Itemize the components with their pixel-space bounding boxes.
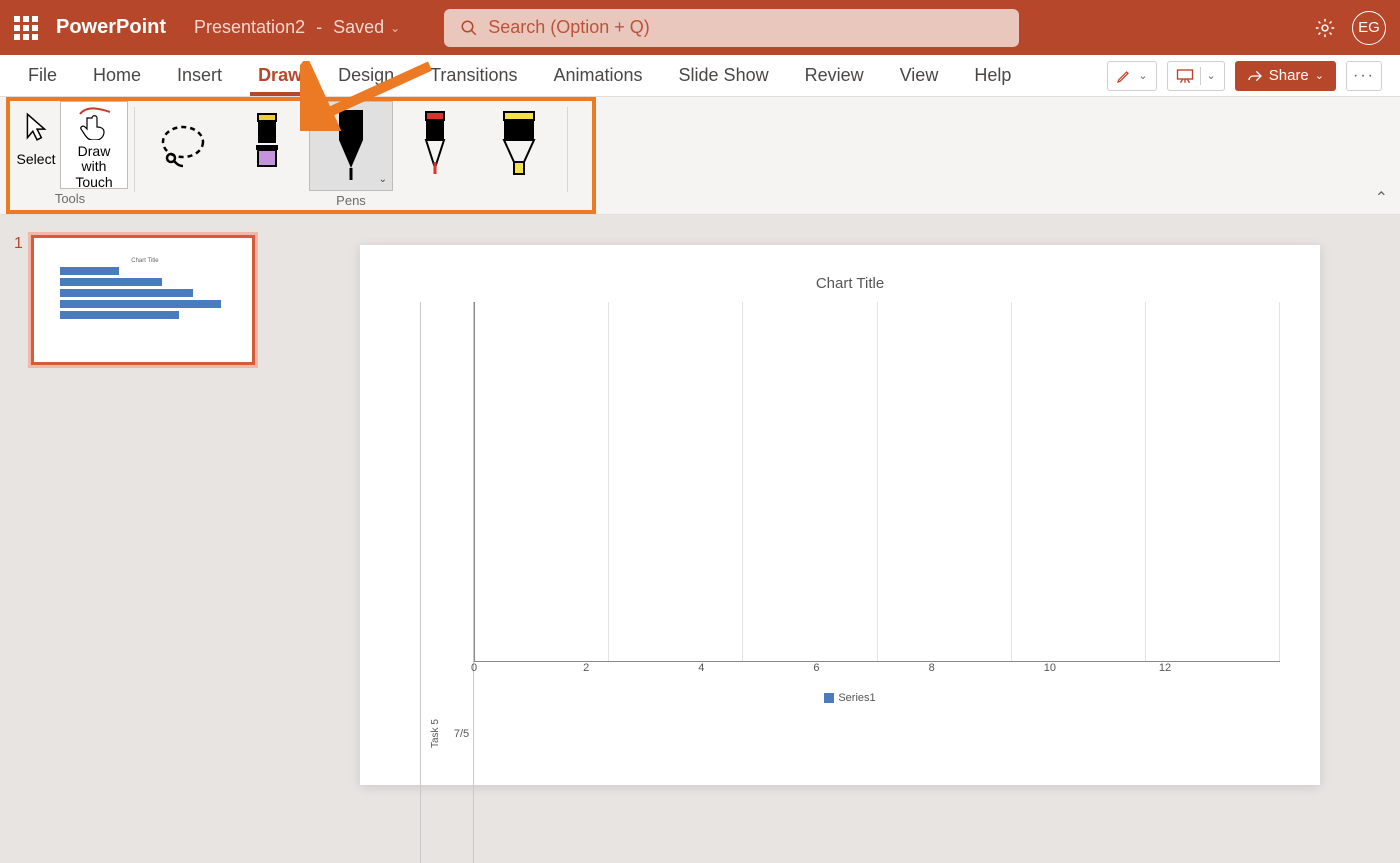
touch-draw-icon [74,106,114,140]
slide-canvas[interactable]: Chart Title Task 57/5Task 46/29Task 36/1… [360,245,1320,785]
chevron-down-icon: ⌄ [1315,69,1324,82]
present-button[interactable]: ⌄ [1167,61,1225,91]
present-icon [1176,68,1194,84]
tab-animations[interactable]: Animations [535,55,660,96]
chart-title: Chart Title [420,275,1280,292]
ribbon-tabs: File Home Insert Draw Design Transitions… [0,55,1400,97]
slide-preview: Chart Title [31,235,255,365]
tab-design[interactable]: Design [320,55,412,96]
ellipsis-icon: ··· [1353,67,1375,85]
highlighter-yellow-button[interactable] [477,101,561,191]
ribbon-group-pens: ⌄ Pens [135,101,567,214]
highlighter-icon [496,110,542,182]
search-icon [460,19,478,37]
share-button[interactable]: Share ⌄ [1235,61,1336,91]
slide-thumbnail[interactable]: 1 Chart Title [14,235,286,365]
slide-stage[interactable]: Chart Title Task 57/5Task 46/29Task 36/1… [300,215,1400,863]
tab-view[interactable]: View [882,55,957,96]
cursor-icon [23,112,49,142]
ribbon-separator [567,107,568,192]
search-box[interactable] [444,9,1019,47]
pen-icon [329,106,373,186]
chevron-down-icon: ⌄ [390,21,400,35]
document-name: Presentation2 [194,17,305,38]
pen-icon [420,110,450,182]
app-name: PowerPoint [56,16,166,39]
chevron-down-icon: ⌄ [1138,69,1147,82]
pen-purple-button[interactable] [225,101,309,191]
save-status: Saved [333,17,384,38]
lasso-icon [155,118,211,174]
share-icon [1247,68,1263,84]
draw-ribbon: Select Draw with Touch Tools [0,97,1400,215]
slide-thumbnail-panel: 1 Chart Title [0,215,300,863]
tab-slide-show[interactable]: Slide Show [661,55,787,96]
editing-mode-button[interactable]: ⌄ [1107,61,1156,91]
share-label: Share [1269,67,1309,84]
legend-swatch [824,693,834,703]
pen-red-button[interactable] [393,101,477,191]
chart-legend: Series1 [420,692,1280,704]
chart-x-axis: 024681012 [474,662,1280,674]
more-options-button[interactable]: ··· [1346,61,1382,91]
tab-file[interactable]: File [10,55,75,96]
chevron-down-icon: ⌄ [379,174,387,185]
ribbon-group-tools: Select Draw with Touch Tools [6,101,134,214]
chart-plot [474,302,1280,662]
tab-transitions[interactable]: Transitions [412,55,535,96]
select-tool-button[interactable]: Select [12,101,60,189]
settings-button[interactable] [1312,15,1338,41]
lasso-select-button[interactable] [141,101,225,191]
search-input[interactable] [488,17,1003,38]
gear-icon [1314,17,1336,39]
title-bar: PowerPoint Presentation2 - Saved ⌄ EG [0,0,1400,55]
tab-draw[interactable]: Draw [240,55,320,96]
legend-label: Series1 [838,692,875,704]
tab-insert[interactable]: Insert [159,55,240,96]
collapse-ribbon-button[interactable]: ⌃ [1375,188,1388,208]
account-avatar[interactable]: EG [1352,11,1386,45]
workspace: 1 Chart Title Chart Title Task 57/5Task … [0,215,1400,863]
chart: Task 57/5Task 46/29Task 36/16Task 26/8Ta… [420,302,1280,662]
slide-number: 1 [14,235,23,253]
app-launcher-icon[interactable] [14,16,38,40]
pen-black-button[interactable]: ⌄ [309,101,393,191]
tab-review[interactable]: Review [787,55,882,96]
document-title[interactable]: Presentation2 - Saved ⌄ [194,17,400,38]
marker-icon [250,111,284,181]
draw-with-touch-button[interactable]: Draw with Touch [60,101,128,189]
pencil-icon [1116,68,1132,84]
tab-home[interactable]: Home [75,55,159,96]
chevron-down-icon: ⌄ [1207,69,1216,82]
tab-help[interactable]: Help [956,55,1029,96]
